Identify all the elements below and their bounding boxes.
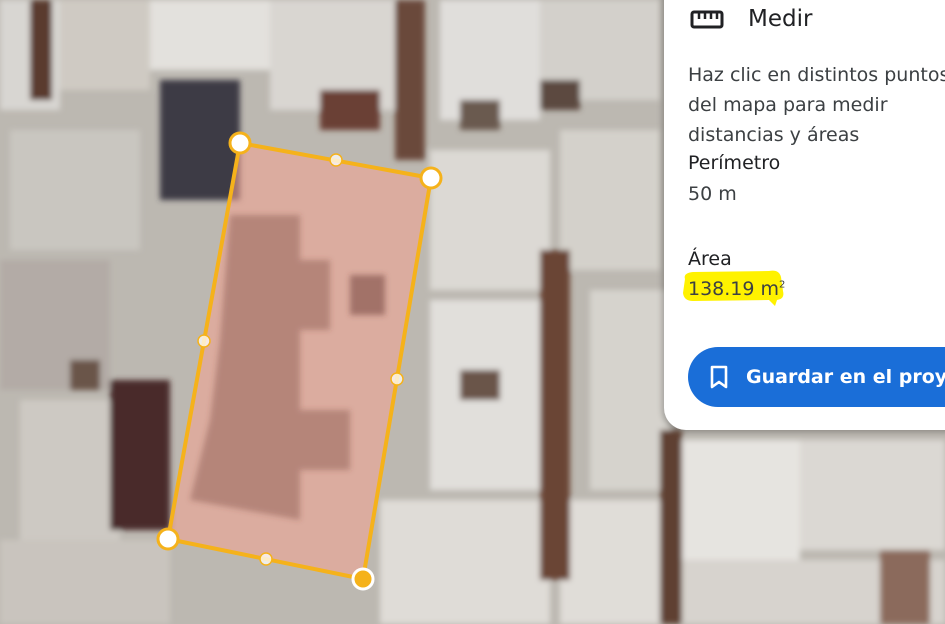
vertex-handle [156, 527, 180, 551]
panel-description: Haz clic en distintos puntos del mapa pa… [688, 64, 945, 146]
perimeter-value: 50 m [688, 183, 737, 205]
midpoint-handle [259, 552, 273, 566]
midpoint-handle [390, 372, 404, 386]
measure-panel: Medir Haz clic en distintos puntos del m… [664, 0, 945, 430]
panel-title: Medir [748, 6, 813, 32]
save-to-project-button[interactable]: Guardar en el proyecto [688, 347, 945, 407]
vertex-handle [228, 131, 252, 155]
vertex-handle [419, 166, 443, 190]
ruler-icon [690, 6, 724, 32]
panel-header: Medir [690, 2, 812, 36]
area-label: Área [688, 248, 732, 270]
save-button-label: Guardar en el proyecto [746, 366, 945, 388]
vertex-handle-last [351, 567, 375, 591]
midpoint-handle [197, 334, 211, 348]
perimeter-label: Perímetro [688, 152, 781, 174]
bookmark-icon [708, 365, 730, 389]
midpoint-handle [329, 153, 343, 167]
area-value-highlight: 138.19 m2 [681, 269, 787, 307]
area-unit-superscript: 2 [779, 279, 786, 291]
area-value: 138.19 m2 [688, 278, 786, 300]
